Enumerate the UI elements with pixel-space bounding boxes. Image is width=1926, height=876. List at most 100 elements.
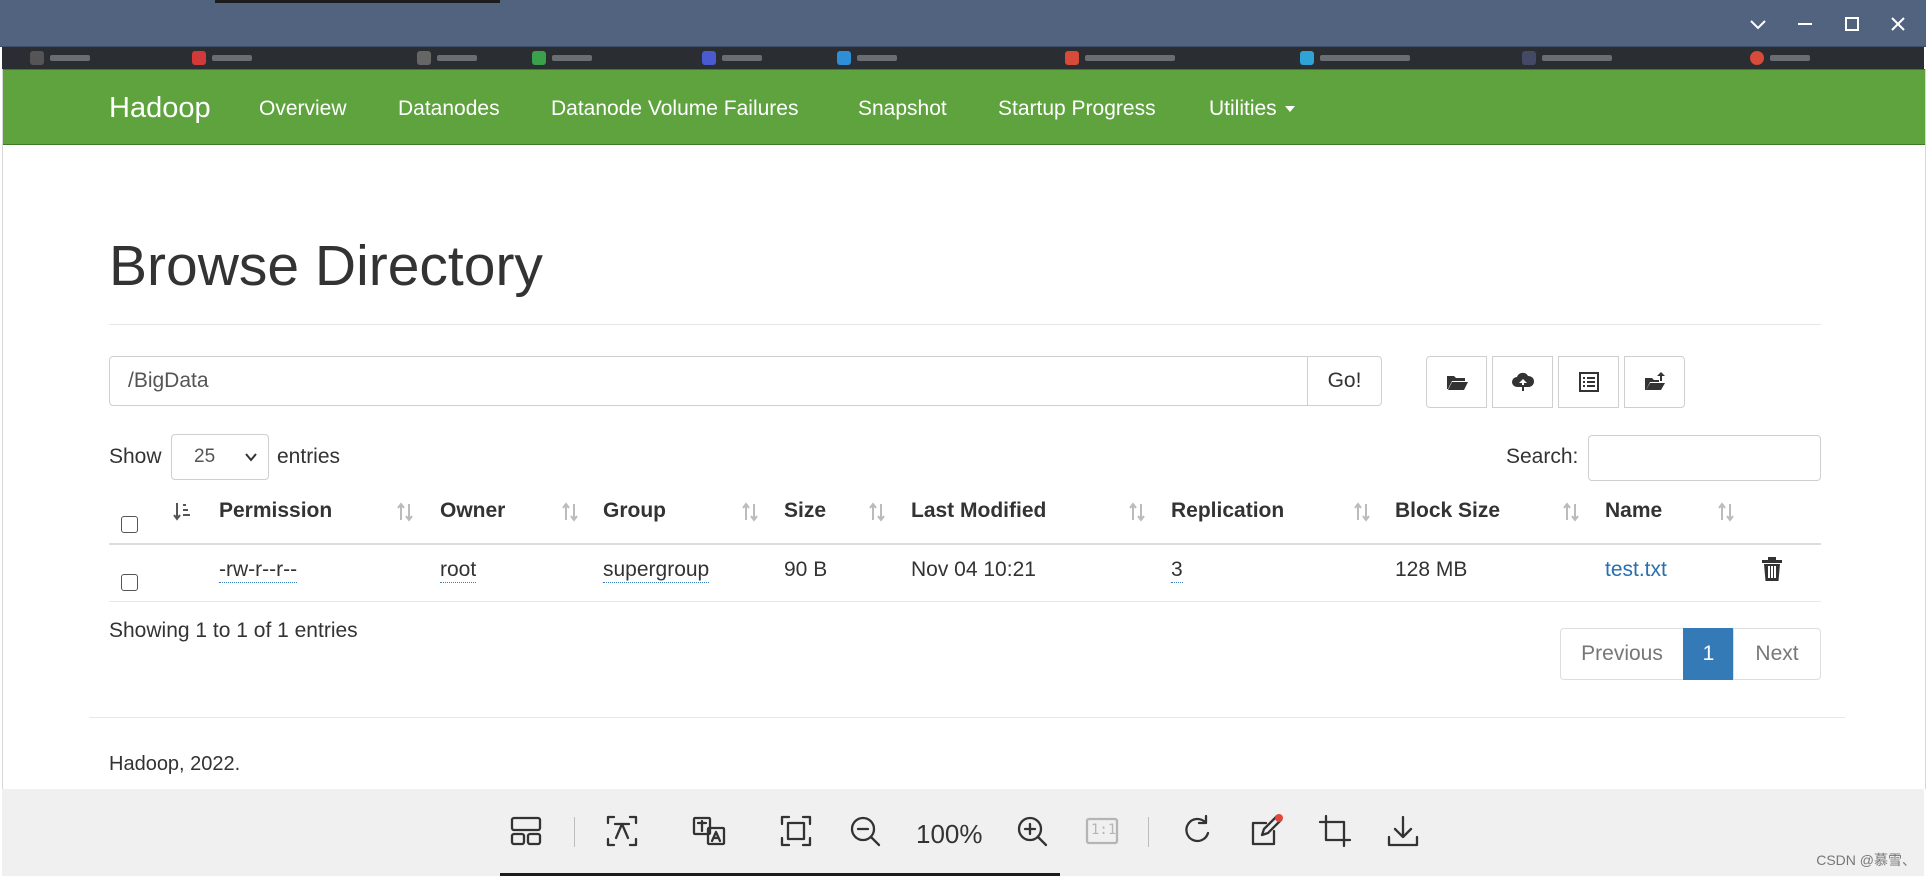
maximize-icon[interactable] xyxy=(1836,8,1868,40)
cut-paste-button[interactable] xyxy=(1558,356,1619,408)
column-header-last-modified[interactable]: Last Modified xyxy=(911,499,1046,523)
column-header-block-size[interactable]: Block Size xyxy=(1395,499,1500,523)
column-header-permission[interactable]: Permission xyxy=(219,499,332,523)
toolbar-separator xyxy=(574,817,575,847)
permission-cell[interactable]: -rw-r--r-- xyxy=(219,558,298,583)
nav-overview[interactable]: Overview xyxy=(259,97,347,121)
bookmark-item[interactable] xyxy=(532,51,592,65)
crop-icon[interactable] xyxy=(1315,811,1355,851)
actual-size-button[interactable]: 1:1 xyxy=(1082,811,1122,851)
page-content: Hadoop Overview Datanodes Datanode Volum… xyxy=(2,69,1926,789)
bookmark-item[interactable] xyxy=(1300,51,1410,65)
owner-cell[interactable]: root xyxy=(440,558,477,583)
download-icon[interactable] xyxy=(1383,811,1423,851)
folder-up-icon xyxy=(1644,372,1665,390)
entries-select-value: 25 xyxy=(194,446,216,467)
minimize-icon[interactable] xyxy=(1789,8,1821,40)
file-name-link[interactable]: test.txt xyxy=(1605,558,1667,582)
footer-text: Hadoop, 2022. xyxy=(109,753,241,775)
table-header-divider xyxy=(109,543,1821,545)
sort-icon[interactable] xyxy=(1353,501,1371,523)
search-input[interactable] xyxy=(1588,435,1821,481)
block-size-cell: 128 MB xyxy=(1395,558,1468,581)
caret-down-icon xyxy=(1284,106,1295,113)
sort-icon[interactable] xyxy=(1717,501,1735,523)
viewer-titlebar xyxy=(0,0,1926,47)
group-cell[interactable]: supergroup xyxy=(603,558,710,583)
column-header-size[interactable]: Size xyxy=(784,499,826,523)
bookmark-item[interactable] xyxy=(1750,51,1810,65)
bookmark-item[interactable] xyxy=(837,51,897,65)
nav-startup-progress[interactable]: Startup Progress xyxy=(998,97,1156,121)
entries-label: entries xyxy=(277,445,341,468)
sort-icon[interactable] xyxy=(1128,501,1146,523)
column-header-replication[interactable]: Replication xyxy=(1171,499,1284,523)
sort-icon[interactable] xyxy=(561,501,579,523)
select-all-checkbox[interactable] xyxy=(121,516,138,533)
sort-icon[interactable] xyxy=(396,501,414,523)
directory-path-input[interactable] xyxy=(109,356,1308,406)
show-label: Show xyxy=(109,445,162,468)
list-alt-icon xyxy=(1578,372,1599,392)
entries-per-page-select[interactable]: 25 xyxy=(171,434,269,480)
sort-icon[interactable] xyxy=(741,501,759,523)
watermark: CSDN @慕雪、 xyxy=(1816,852,1916,868)
close-icon[interactable] xyxy=(1882,8,1914,40)
create-directory-button[interactable] xyxy=(1426,356,1487,408)
row-checkbox[interactable] xyxy=(121,574,138,591)
parent-directory-button[interactable] xyxy=(1624,356,1685,408)
layout-icon[interactable] xyxy=(506,811,546,851)
page-title: Browse Directory xyxy=(109,234,543,298)
column-header-name[interactable]: Name xyxy=(1605,499,1662,523)
page-1-button[interactable]: 1 xyxy=(1683,628,1734,680)
bookmark-item[interactable] xyxy=(417,51,477,65)
bookmark-item[interactable] xyxy=(30,51,90,65)
bookmark-item[interactable] xyxy=(702,51,762,65)
sort-icon[interactable] xyxy=(1562,501,1580,523)
bookmark-item[interactable] xyxy=(1522,51,1612,65)
size-cell: 90 B xyxy=(784,558,828,581)
nav-datanodes[interactable]: Datanodes xyxy=(398,97,500,121)
table-row-divider xyxy=(109,601,1821,602)
zoom-in-icon[interactable] xyxy=(1012,811,1052,851)
extract-text-icon[interactable] xyxy=(602,811,642,851)
bookmark-bar xyxy=(2,47,1924,69)
nav-utilities-dropdown[interactable]: Utilities xyxy=(1209,97,1295,121)
replication-cell[interactable]: 3 xyxy=(1171,558,1183,583)
trash-icon[interactable] xyxy=(1761,556,1783,582)
chevron-down-icon xyxy=(245,453,257,462)
edit-icon[interactable] xyxy=(1246,811,1286,851)
viewer-toolbar: 100% 1:1 CSDN @慕雪、 xyxy=(2,789,1924,876)
search-label: Search: xyxy=(1506,445,1579,468)
folder-open-icon xyxy=(1446,376,1468,390)
navbar: Hadoop Overview Datanodes Datanode Volum… xyxy=(3,69,1925,145)
sort-icon[interactable] xyxy=(868,501,886,523)
last-modified-cell: Nov 04 10:21 xyxy=(911,558,1036,581)
chevron-down-icon[interactable] xyxy=(1742,8,1774,40)
nav-snapshot[interactable]: Snapshot xyxy=(858,97,947,121)
table-info: Showing 1 to 1 of 1 entries xyxy=(109,619,358,642)
column-header-group[interactable]: Group xyxy=(603,499,666,523)
bookmark-item[interactable] xyxy=(192,51,252,65)
nav-utilities-label: Utilities xyxy=(1209,97,1277,120)
footer-divider xyxy=(89,717,1845,718)
cloud-upload-icon xyxy=(1511,372,1534,391)
next-page-button[interactable]: Next xyxy=(1733,628,1821,680)
zoom-out-icon[interactable] xyxy=(845,811,885,851)
zoom-level: 100% xyxy=(916,819,983,849)
column-header-owner[interactable]: Owner xyxy=(440,499,505,523)
fit-screen-icon[interactable] xyxy=(776,811,816,851)
bookmark-item[interactable] xyxy=(1065,51,1175,65)
top-strip xyxy=(215,0,500,3)
go-button[interactable]: Go! xyxy=(1307,356,1382,406)
sort-desc-icon[interactable] xyxy=(173,501,191,523)
toolbar-separator xyxy=(1148,817,1149,847)
previous-page-button[interactable]: Previous xyxy=(1560,628,1684,680)
translate-icon[interactable] xyxy=(689,811,729,851)
rotate-icon[interactable] xyxy=(1177,811,1217,851)
actual-size-label: 1:1 xyxy=(1091,822,1117,838)
upload-button[interactable] xyxy=(1492,356,1553,408)
brand-link[interactable]: Hadoop xyxy=(109,92,211,125)
divider xyxy=(109,324,1821,325)
nav-datanode-volume-failures[interactable]: Datanode Volume Failures xyxy=(551,97,798,121)
